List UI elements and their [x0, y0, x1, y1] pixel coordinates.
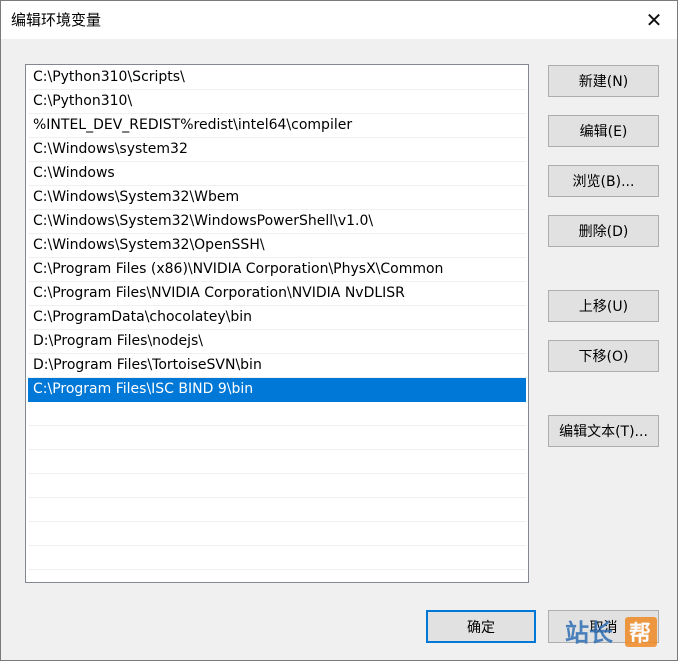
- empty-row[interactable]: [28, 522, 526, 546]
- list-item[interactable]: C:\Windows\System32\WindowsPowerShell\v1…: [28, 210, 526, 234]
- list-item[interactable]: C:\Windows\System32\Wbem: [28, 186, 526, 210]
- window-title: 编辑环境变量: [11, 11, 102, 29]
- list-item-text: C:\ProgramData\chocolatey\bin: [33, 309, 253, 325]
- list-item-text: %INTEL_DEV_REDIST%redist\intel64\compile…: [33, 117, 353, 133]
- cancel-button[interactable]: 取消: [548, 610, 659, 643]
- list-item-text: C:\Windows\System32\Wbem: [33, 189, 240, 205]
- list-item-text: C:\Windows\system32: [33, 141, 188, 157]
- close-icon: ✕: [645, 8, 663, 32]
- move-up-button[interactable]: 上移(U): [548, 290, 659, 322]
- list-item[interactable]: %INTEL_DEV_REDIST%redist\intel64\compile…: [28, 114, 526, 138]
- ok-button[interactable]: 确定: [426, 610, 536, 643]
- path-list[interactable]: C:\Python310\Scripts\ C:\Python310\ %INT…: [25, 64, 529, 583]
- list-item-text: C:\Windows: [33, 165, 115, 181]
- list-item-text: C:\Python310\: [33, 93, 133, 109]
- list-item[interactable]: C:\Python310\: [28, 90, 526, 114]
- empty-row[interactable]: [28, 498, 526, 522]
- list-item-text: D:\Program Files\TortoiseSVN\bin: [33, 357, 262, 373]
- empty-row[interactable]: [28, 450, 526, 474]
- list-item-text: C:\Program Files (x86)\NVIDIA Corporatio…: [33, 261, 444, 277]
- title-bar: 编辑环境变量 ✕: [1, 1, 677, 39]
- move-down-button[interactable]: 下移(O): [548, 340, 659, 372]
- list-item[interactable]: C:\Program Files\NVIDIA Corporation\NVID…: [28, 282, 526, 306]
- list-item-text: C:\Windows\System32\WindowsPowerShell\v1…: [33, 213, 374, 229]
- list-item-text: D:\Program Files\nodejs\: [33, 333, 204, 349]
- empty-row[interactable]: [28, 474, 526, 498]
- list-item-selected[interactable]: C:\Program Files\ISC BIND 9\bin: [28, 378, 526, 402]
- list-item-text: C:\Python310\Scripts\: [33, 69, 185, 85]
- edit-env-var-dialog: 编辑环境变量 ✕ C:\Python310\Scripts\ C:\Python…: [0, 0, 678, 661]
- new-button[interactable]: 新建(N): [548, 65, 659, 97]
- list-item-text: C:\Windows\System32\OpenSSH\: [33, 237, 265, 253]
- list-item[interactable]: C:\Windows\system32: [28, 138, 526, 162]
- edit-button[interactable]: 编辑(E): [548, 115, 659, 147]
- list-item[interactable]: C:\Python310\Scripts\: [28, 66, 526, 90]
- list-item[interactable]: D:\Program Files\TortoiseSVN\bin: [28, 354, 526, 378]
- list-item[interactable]: D:\Program Files\nodejs\: [28, 330, 526, 354]
- edit-text-button[interactable]: 编辑文本(T)...: [548, 415, 659, 447]
- empty-row[interactable]: [28, 426, 526, 450]
- close-button[interactable]: ✕: [631, 1, 677, 39]
- list-item[interactable]: C:\Program Files (x86)\NVIDIA Corporatio…: [28, 258, 526, 282]
- list-item-text: C:\Program Files\NVIDIA Corporation\NVID…: [33, 285, 405, 301]
- list-item-text: C:\Program Files\ISC BIND 9\bin: [33, 381, 254, 397]
- browse-button[interactable]: 浏览(B)...: [548, 165, 659, 197]
- list-item[interactable]: C:\Windows\System32\OpenSSH\: [28, 234, 526, 258]
- list-item[interactable]: C:\ProgramData\chocolatey\bin: [28, 306, 526, 330]
- empty-row[interactable]: [28, 546, 526, 570]
- list-item[interactable]: C:\Windows: [28, 162, 526, 186]
- empty-row[interactable]: [28, 402, 526, 426]
- delete-button[interactable]: 删除(D): [548, 215, 659, 247]
